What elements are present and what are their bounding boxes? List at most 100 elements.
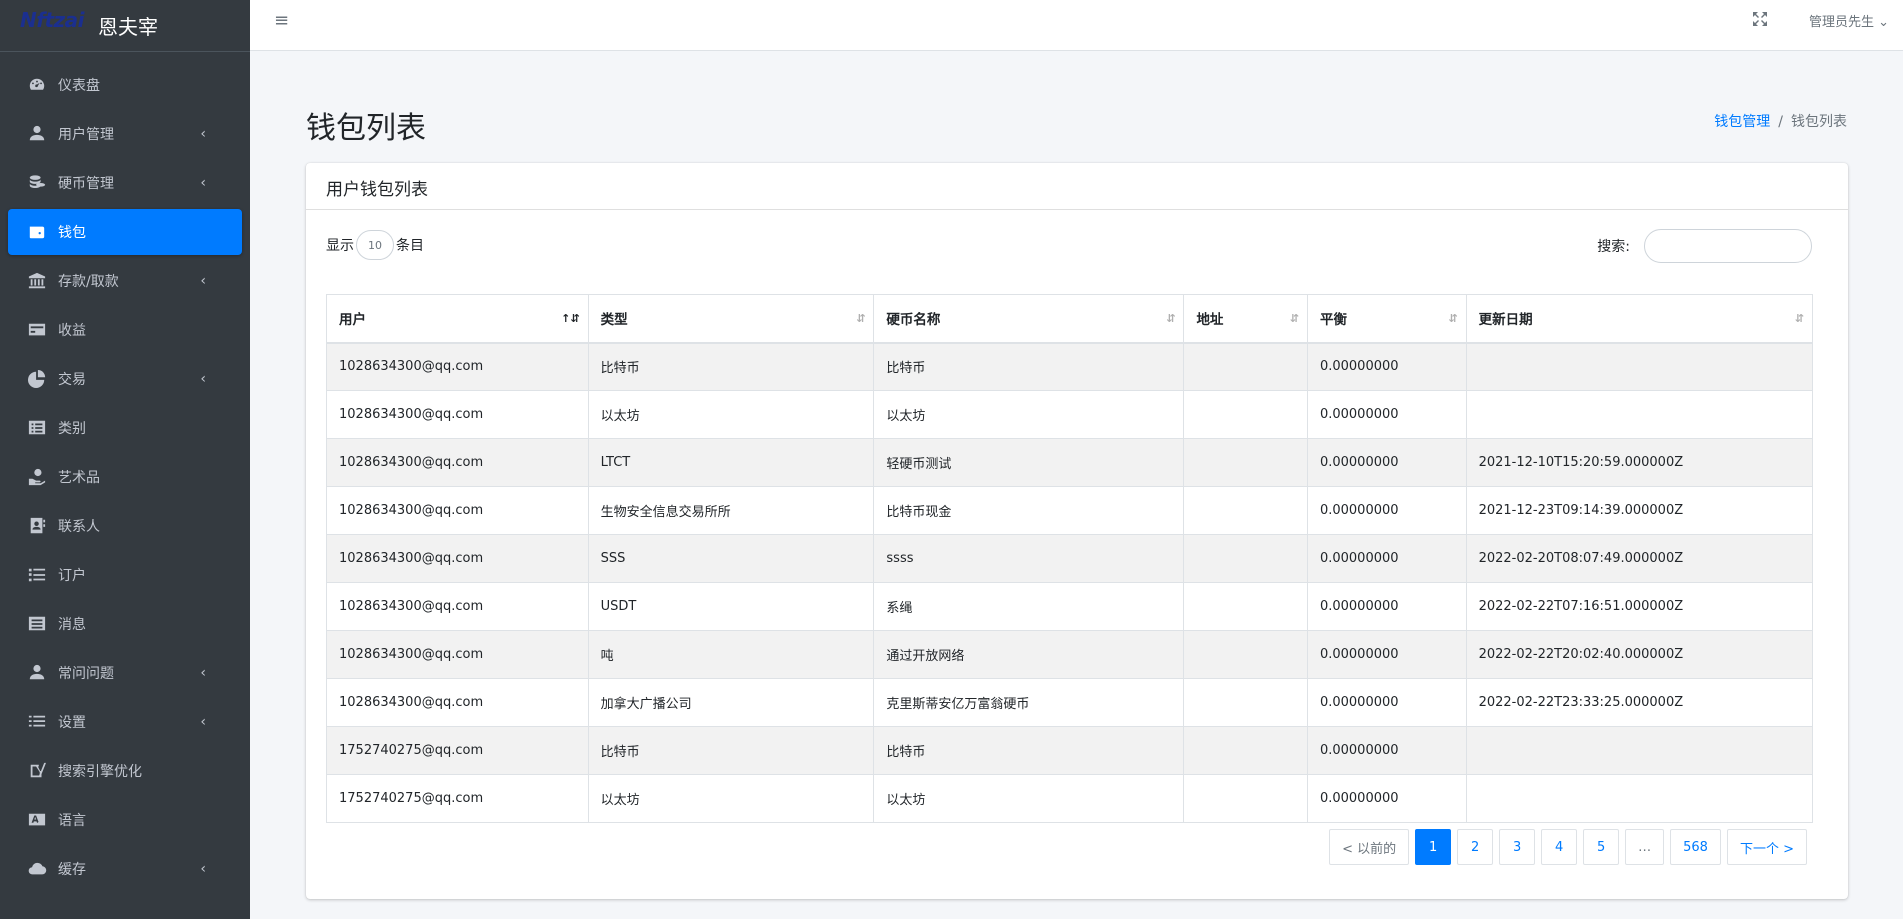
sidebar-item-label: 设置: [58, 715, 86, 731]
chevron-left-icon: ‹: [200, 861, 206, 877]
brand-logo: Nftzai: [20, 7, 85, 32]
page-button[interactable]: 3: [1499, 829, 1536, 865]
sidebar-item-12[interactable]: 常问问题 ‹: [8, 650, 242, 696]
brand[interactable]: Nftzai 恩夫宰: [0, 0, 250, 52]
sidebar-item-2[interactable]: 硬币管理 ‹: [8, 160, 242, 206]
sidebar-item-1[interactable]: 用户管理 ‹: [8, 111, 242, 157]
page-button[interactable]: 568: [1670, 829, 1721, 865]
user-name: 管理员先生: [1808, 15, 1874, 30]
sidebar-item-3[interactable]: 钱包: [8, 209, 242, 255]
page-button[interactable]: 2: [1457, 829, 1494, 865]
bank-icon: [26, 272, 48, 290]
sidebar-item-5[interactable]: 收益: [8, 307, 242, 353]
table-cell: 通过开放网络: [873, 630, 1185, 679]
page-button[interactable]: 1: [1415, 829, 1452, 865]
sidebar-item-13[interactable]: 设置 ‹: [8, 699, 242, 745]
table-cell: 比特币: [873, 342, 1185, 391]
table-cell: 以太坊: [873, 390, 1185, 439]
wallet-table: 用户 ↑⇵ 类型 ⇵ 硬币名称 ⇵ 地址 ⇵ 平衡 ⇵ 更新日期 ⇵ 1028634300@qq.co…: [326, 294, 1814, 823]
column-header-label: 平衡: [1319, 312, 1347, 329]
table-row: 1752740275@qq.com 以太坊 以太坊 0.00000000: [326, 774, 1814, 823]
table-cell: 以太坊: [587, 390, 875, 439]
column-header[interactable]: 用户 ↑⇵: [326, 294, 589, 344]
sidebar-item-label: 缓存: [58, 862, 86, 878]
sidebar-item-11[interactable]: 消息: [8, 601, 242, 647]
column-header[interactable]: 平衡 ⇵: [1306, 294, 1467, 344]
length-suffix: 条目: [396, 238, 424, 254]
table-cell: 2022-02-20T08:07:49.000000Z: [1465, 534, 1814, 583]
sidebar-item-15[interactable]: 语言: [8, 797, 242, 843]
sidebar-item-9[interactable]: 联系人: [8, 503, 242, 549]
sort-icon: ⇵: [1448, 312, 1458, 325]
menu-toggle-icon[interactable]: ≡: [274, 10, 289, 31]
sidebar-item-4[interactable]: 存款/取款 ‹: [8, 258, 242, 304]
table-row: 1028634300@qq.com USDT 系绳 0.00000000 2022-02…: [326, 582, 1814, 631]
table-cell: 吨: [587, 630, 875, 679]
list-icon: [26, 713, 48, 731]
table-cell: [1183, 390, 1308, 439]
table-cell: 比特币: [587, 726, 875, 775]
column-header[interactable]: 类型 ⇵: [587, 294, 875, 344]
sidebar-item-16[interactable]: 缓存 ‹: [8, 846, 242, 892]
column-header-label: 地址: [1196, 312, 1224, 329]
table-body: 1028634300@qq.com 比特币 比特币 0.00000000 1028634…: [326, 342, 1814, 823]
table-cell: 0.00000000: [1306, 678, 1467, 727]
previous-page-button[interactable]: < 以前的: [1329, 829, 1410, 865]
table-cell: [1183, 678, 1308, 727]
column-header[interactable]: 地址 ⇵: [1183, 294, 1308, 344]
sidebar-item-0[interactable]: 仪表盘: [8, 62, 242, 108]
breadcrumb-current: 钱包列表: [1791, 114, 1847, 130]
column-header-label: 用户: [339, 312, 366, 329]
pagination-ellipsis[interactable]: …: [1625, 829, 1665, 865]
table-cell: [1465, 774, 1814, 823]
table-cell: 1752740275@qq.com: [326, 726, 589, 775]
sidebar-item-6[interactable]: 交易 ‹: [8, 356, 242, 402]
page-button[interactable]: 4: [1541, 829, 1578, 865]
table-cell: 1028634300@qq.com: [326, 486, 589, 535]
table-cell: 轻硬币测试: [873, 438, 1185, 487]
top-navbar: ≡ 管理员先生 ⌄: [250, 0, 1903, 51]
next-page-button[interactable]: 下一个 >: [1726, 829, 1807, 865]
table-cell: 比特币现金: [873, 486, 1185, 535]
cloud-icon: [26, 860, 48, 878]
page-button[interactable]: 5: [1583, 829, 1620, 865]
wallet-icon: [26, 223, 48, 241]
list-alt-icon: [26, 419, 48, 437]
sidebar-item-10[interactable]: 订户: [8, 552, 242, 598]
table-cell: 0.00000000: [1306, 342, 1467, 391]
sidebar-item-8[interactable]: 艺术品: [8, 454, 242, 500]
table-cell: 2022-02-22T07:16:51.000000Z: [1465, 582, 1814, 631]
yoast-icon: [26, 762, 48, 780]
table-cell: SSS: [587, 534, 875, 583]
sidebar-item-label: 存款/取款: [58, 274, 119, 290]
sidebar-item-7[interactable]: 类别: [8, 405, 242, 451]
pie-chart-icon: [26, 370, 48, 388]
table-row: 1028634300@qq.com 生物安全信息交易所所 比特币现金 0.000000…: [326, 486, 1814, 535]
sort-icon: ⇵: [1289, 312, 1299, 325]
main-content: 钱包列表 钱包管理 / 钱包列表 用户钱包列表 显示 10 条目 搜索: 用户 ↑⇵ 类…: [250, 51, 1903, 919]
coins-icon: [26, 174, 48, 192]
sidebar-item-label: 仪表盘: [58, 78, 100, 94]
table-cell: USDT: [587, 582, 875, 631]
column-header[interactable]: 更新日期 ⇵: [1465, 294, 1814, 344]
sidebar-item-14[interactable]: 搜索引擎优化: [8, 748, 242, 794]
table-cell: 1028634300@qq.com: [326, 534, 589, 583]
table-cell: 加拿大广播公司: [587, 678, 875, 727]
page-length-select[interactable]: 10: [356, 230, 394, 260]
user-menu[interactable]: 管理员先生 ⌄: [1809, 11, 1889, 30]
search-input[interactable]: [1644, 229, 1812, 263]
table-row: 1028634300@qq.com 吨通过开放网络 0.00000000 2022-0…: [326, 630, 1814, 679]
search-label: 搜索:: [1597, 239, 1630, 255]
column-header[interactable]: 硬币名称 ⇵: [873, 294, 1185, 344]
sidebar-item-label: 类别: [58, 421, 86, 437]
sort-icon: ⇵: [1794, 312, 1804, 325]
breadcrumb-parent-link[interactable]: 钱包管理: [1714, 114, 1770, 130]
table-row: 1028634300@qq.com LTCT 轻硬币测试 0.00000000 2021…: [326, 438, 1814, 487]
fullscreen-icon[interactable]: [1752, 11, 1768, 27]
user-icon: [26, 125, 48, 143]
table-cell: 2022-02-22T20:02:40.000000Z: [1465, 630, 1814, 679]
table-cell: 1028634300@qq.com: [326, 630, 589, 679]
table-row: 1028634300@qq.com 加拿大广播公司 克里斯蒂安亿万富翁硬币 0.000…: [326, 678, 1814, 727]
table-cell: [1183, 342, 1308, 391]
user-question-icon: [26, 664, 48, 682]
